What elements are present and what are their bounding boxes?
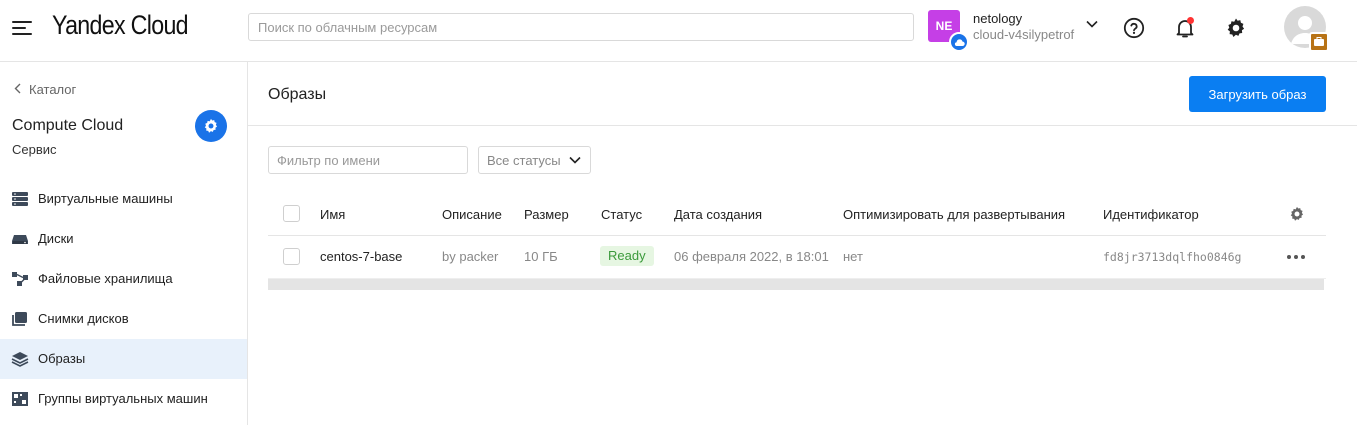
cloud-switcher[interactable]: NE netology cloud-v4silypetrof [928,10,1103,52]
service-settings-button[interactable] [195,110,227,142]
settings-gear-icon[interactable] [1224,16,1248,40]
sidebar-item-label: Группы виртуальных машин [38,391,208,406]
status-filter-value: Все статусы [487,153,561,168]
row-checkbox[interactable] [283,248,300,265]
gear-icon [204,118,218,133]
sidebar-item-vms[interactable]: Виртуальные машины [0,179,247,219]
table-header-divider [268,235,1326,236]
chevron-left-icon [14,83,21,94]
chevron-down-icon [1086,20,1098,28]
catalog-back-link[interactable]: Каталог [14,82,76,97]
horizontal-scrollbar[interactable] [268,279,1324,290]
sidebar-nav: Виртуальные машины Диски Файловые хранил… [0,179,247,419]
sidebar-item-label: Виртуальные машины [38,191,173,206]
app-logo[interactable]: Yandex Cloud [52,10,189,41]
sidebar-item-label: Диски [38,231,74,246]
cell-name[interactable]: centos-7-base [320,249,402,264]
row-more-actions-icon[interactable] [1287,252,1307,262]
chevron-down-icon [569,156,581,164]
cloud-icon [949,32,969,52]
name-filter-input[interactable] [268,146,468,174]
sidebar-item-vm-groups[interactable]: Группы виртуальных машин [0,379,247,419]
notification-bell-icon[interactable] [1173,16,1197,40]
service-title: Compute Cloud [12,117,124,134]
help-icon[interactable] [1122,16,1146,40]
upload-image-button[interactable]: Загрузить образ [1189,76,1326,112]
column-header-size[interactable]: Размер [524,207,569,222]
cell-created: 06 февраля 2022, в 18:01 [674,249,829,264]
sidebar-item-snapshots[interactable]: Снимки дисков [0,299,247,339]
catalog-label: Каталог [29,82,77,97]
sidebar-item-file-storages[interactable]: Файловые хранилища [0,259,247,299]
status-filter-select[interactable]: Все статусы [478,146,591,174]
divider [248,125,1357,126]
sidebar-item-disks[interactable]: Диски [0,219,247,259]
cell-size: 10 ГБ [524,249,558,264]
service-subtitle: Сервис [12,142,57,157]
column-header-id[interactable]: Идентификатор [1103,207,1199,222]
layers-icon [11,352,29,367]
main-content: Образы Загрузить образ Все статусы Имя О… [248,62,1357,425]
snapshot-icon [12,312,27,326]
notification-dot [1187,17,1194,24]
search-input[interactable] [248,13,914,41]
org-name: netology [973,11,1023,26]
column-header-name[interactable]: Имя [320,207,345,222]
cell-description: by packer [442,249,499,264]
column-header-description[interactable]: Описание [442,207,502,222]
top-header: Yandex Cloud NE netology cloud-v4silypet… [0,0,1357,62]
sidebar-item-label: Снимки дисков [38,311,129,326]
servers-icon [12,192,28,206]
select-all-checkbox[interactable] [283,205,300,222]
column-settings-gear-icon[interactable] [1288,205,1306,223]
sidebar-item-images[interactable]: Образы [0,339,247,379]
cell-optimize: нет [843,249,863,264]
status-badge: Ready [600,246,654,266]
cloud-name: cloud-v4silypetrof [973,27,1075,42]
menu-icon[interactable] [12,20,32,36]
sidebar-item-label: Образы [38,351,86,366]
column-header-status[interactable]: Статус [601,207,642,222]
sidebar: Каталог Compute Cloud Сервис Виртуальные… [0,62,248,425]
column-header-optimize[interactable]: Оптимизировать для развертывания [843,207,1065,222]
briefcase-icon [1309,32,1329,52]
vm-group-icon [12,392,28,406]
page-title: Образы [268,86,327,103]
disk-icon [12,235,28,244]
file-storage-icon [12,272,28,286]
column-header-created[interactable]: Дата создания [674,207,762,222]
sidebar-item-label: Файловые хранилища [38,271,173,286]
cell-id: fd8jr3713dqlfho0846g [1103,250,1242,264]
